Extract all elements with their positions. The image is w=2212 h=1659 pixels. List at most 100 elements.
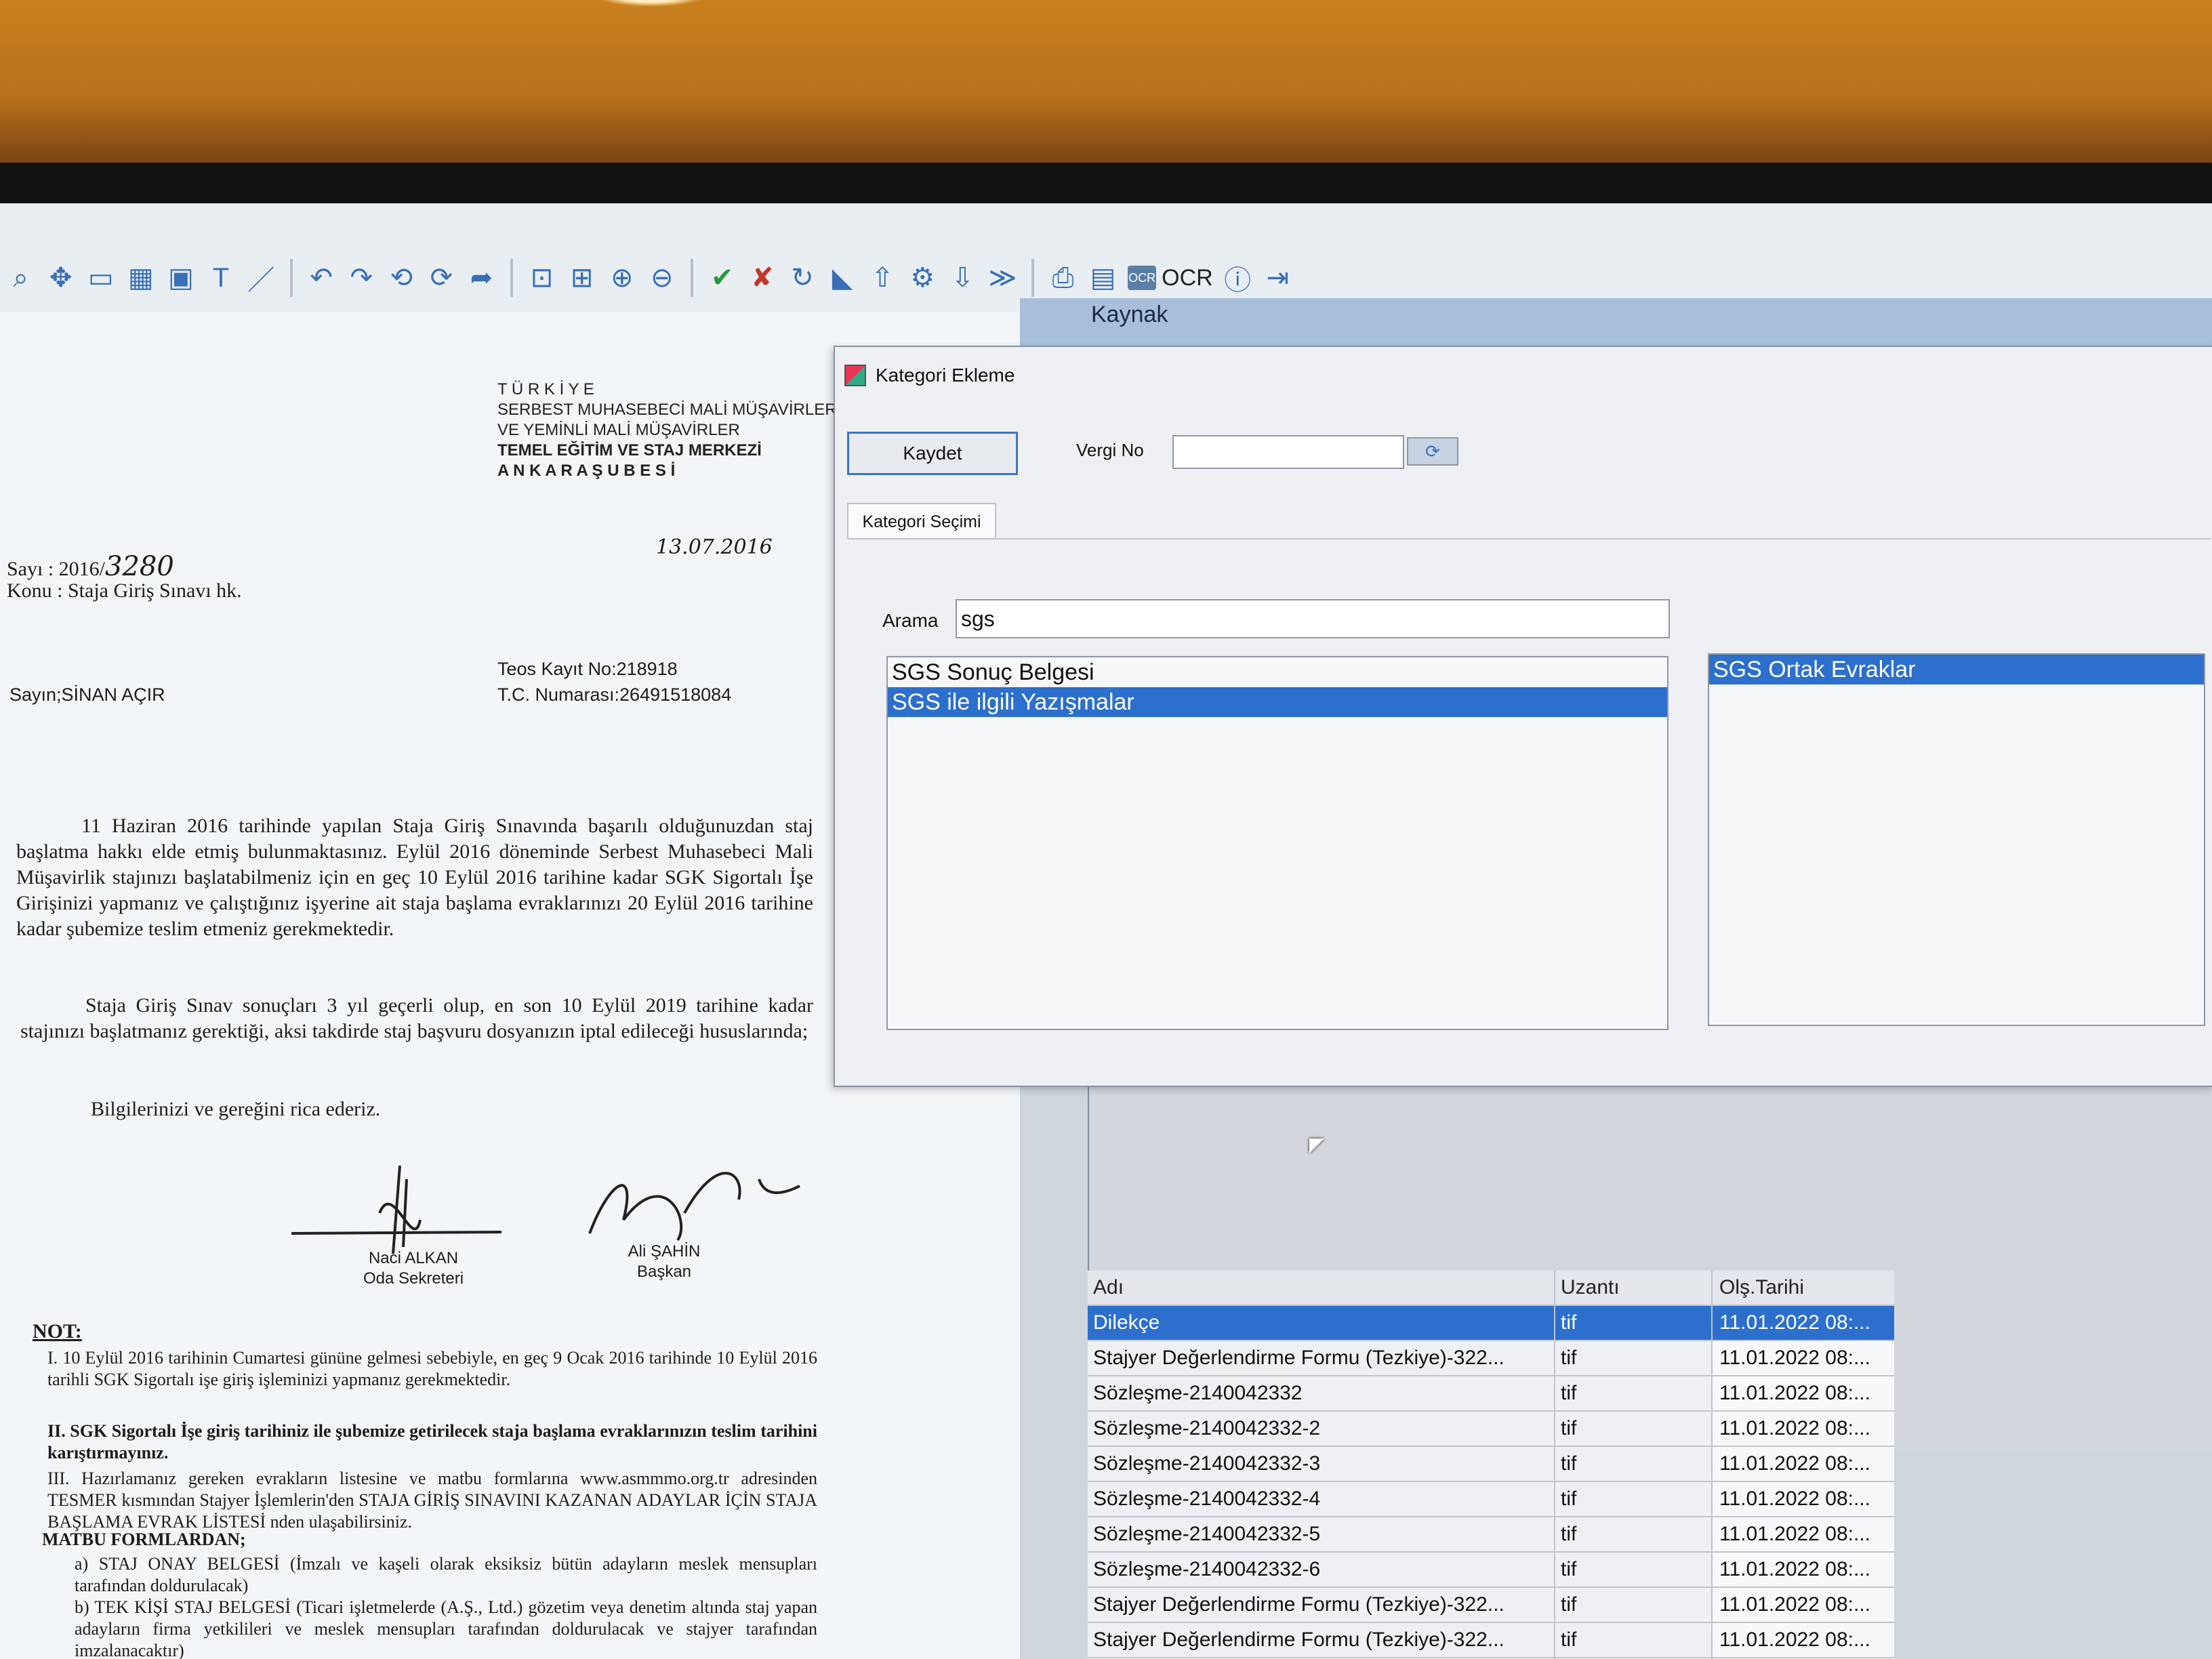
rotate-left-icon[interactable]: ⟲ [386, 262, 417, 293]
check-icon[interactable]: ✔ [707, 262, 737, 293]
table-row[interactable]: Stajyer Değerlendirme Formu (Tezkiye)-32… [1088, 1588, 1894, 1623]
file-table: Adı Uzantı Olş.Tarihi Dilekçe tif 11.01.2022 … [1088, 1271, 1894, 1659]
category-list[interactable]: SGS Sonuç Belgesi SGS ile ilgili Yazışmal… [886, 656, 1668, 1030]
down-arrow-icon[interactable]: ⇩ [947, 262, 978, 293]
column-header[interactable]: Olş.Tarihi [1713, 1271, 1894, 1305]
table-cell-ext: tif [1555, 1447, 1713, 1481]
table-row[interactable]: Sözleşme-2140042332-5 tif 11.01.2022 08:..… [1088, 1517, 1894, 1553]
paragraph-3: Bilgilerinizi ve gereğini rica ederiz. [91, 1098, 381, 1120]
search-input[interactable]: sgs [956, 599, 1670, 638]
list-item[interactable]: SGS Ortak Evraklar [1709, 655, 2204, 684]
vergi-no-label: Vergi No [1076, 440, 1144, 460]
crop-icon[interactable]: ▦ [125, 262, 156, 293]
next-icon[interactable]: ≫ [987, 262, 1018, 293]
table-cell-name: Sözleşme-2140042332-5 [1088, 1517, 1555, 1551]
move-icon[interactable]: ✥ [45, 262, 76, 293]
dialog-app-icon [844, 365, 866, 386]
redo-icon[interactable]: ↷ [346, 262, 377, 293]
table-row[interactable]: Sözleşme-2140042332-3 tif 11.01.2022 08:..… [1088, 1447, 1894, 1482]
konu-line: Konu : Staja Giriş Sınavı hk. [7, 579, 242, 602]
sayi-number-handwritten: 3280 [105, 551, 174, 582]
table-row[interactable]: Dilekçe tif 11.01.2022 08:... [1088, 1306, 1894, 1341]
table-cell-name: Sözleşme-2140042332-3 [1088, 1447, 1555, 1481]
table-row[interactable]: Sözleşme-2140042332-2 tif 11.01.2022 08:..… [1088, 1412, 1894, 1447]
save-button[interactable]: Kaydet [847, 432, 1018, 475]
kategori-ekleme-dialog: Kategori Ekleme Kaydet Vergi No ⟳ Katego… [834, 346, 2212, 1087]
ocr-button[interactable]: OCR OCR [1128, 265, 1213, 291]
table-cell-name: Dilekçe [1088, 1306, 1555, 1340]
select-icon[interactable]: ▭ [85, 262, 116, 293]
search-label: Arama [882, 610, 939, 631]
flag-icon[interactable]: ◣ [827, 262, 858, 293]
note-b: b) TEK KİŞİ STAJ BELGESİ (Ticari işletme… [75, 1597, 817, 1659]
undo-icon[interactable]: ↶ [306, 262, 337, 293]
zoom-out-icon[interactable]: ⊖ [647, 262, 677, 293]
table-cell-date: 11.01.2022 08:... [1713, 1376, 1894, 1410]
signer-2-name: Ali ŞAHİN [628, 1242, 701, 1261]
text-icon[interactable]: T [205, 262, 236, 293]
fit-page-icon[interactable]: ⊡ [527, 262, 557, 293]
matbu-heading: MATBU FORMLARDAN; [42, 1530, 246, 1549]
dialog-titlebar[interactable]: Kategori Ekleme [844, 356, 1015, 394]
letterhead-line: VE YEMİNLİ MALİ MÜŞAVİRLER [497, 421, 740, 439]
gear-icon[interactable]: ⚙ [907, 262, 938, 293]
column-header[interactable]: Uzantı [1555, 1271, 1713, 1305]
recipient: Sayın;SİNAN AÇIR [9, 684, 165, 705]
refresh-icon[interactable]: ↻ [787, 262, 817, 293]
table-header: Adı Uzantı Olş.Tarihi [1088, 1271, 1894, 1306]
table-cell-date: 11.01.2022 08:... [1713, 1588, 1894, 1622]
list-item[interactable]: SGS ile ilgili Yazışmalar [888, 687, 1667, 717]
table-cell-date: 11.01.2022 08:... [1713, 1412, 1894, 1446]
vergi-search-button[interactable]: ⟳ [1407, 437, 1458, 466]
forward-icon[interactable]: ➦ [466, 262, 497, 293]
refresh-icon: ⟳ [1425, 441, 1440, 462]
highlight-icon[interactable]: ▣ [165, 262, 196, 293]
source-panel-title: Kaynak [1091, 302, 1168, 327]
mouse-cursor [1309, 1139, 1324, 1153]
table-cell-date: 11.01.2022 08:... [1713, 1553, 1894, 1586]
cross-icon[interactable]: ✘ [747, 262, 777, 293]
wall-background [0, 0, 2212, 163]
scanner-icon[interactable]: ▤ [1088, 262, 1118, 293]
date-handwritten: 13.07.2016 [656, 535, 773, 559]
table-row[interactable]: Sözleşme-2140042332 tif 11.01.2022 08:... [1088, 1376, 1894, 1412]
table-cell-date: 11.01.2022 08:... [1713, 1623, 1894, 1657]
table-row[interactable]: Sözleşme-2140042332-6 tif 11.01.2022 08:..… [1088, 1553, 1894, 1588]
zoom-in-icon[interactable]: ⊕ [607, 262, 637, 293]
rotate-right-icon[interactable]: ⟳ [426, 262, 457, 293]
list-item[interactable]: SGS Sonuç Belgesi [888, 657, 1667, 687]
table-cell-ext: tif [1555, 1517, 1713, 1551]
table-cell-date: 11.01.2022 08:... [1713, 1306, 1894, 1340]
signer-1-name: Naci ALKAN [368, 1249, 459, 1267]
exit-icon[interactable]: ⇥ [1263, 262, 1293, 293]
column-header[interactable]: Adı [1088, 1271, 1555, 1305]
sayi-label: Sayı : 2016/ [7, 558, 106, 580]
ceiling-light [596, 0, 705, 7]
tab-kategori-secimi[interactable]: Kategori Seçimi [847, 503, 996, 539]
table-cell-date: 11.01.2022 08:... [1713, 1341, 1894, 1375]
print-icon[interactable]: ⎙ [1048, 262, 1078, 293]
note-heading: NOT: [33, 1320, 82, 1343]
letterhead: T Ü R K İ Y E SERBEST MUHASEBECİ MALİ MÜŞ… [497, 380, 837, 481]
table-cell-name: Sözleşme-2140042332-6 [1088, 1553, 1555, 1586]
zoom-icon[interactable]: ⌕ [5, 262, 36, 293]
selected-category-list[interactable]: SGS Ortak Evraklar [1708, 653, 2205, 1026]
fit-width-icon[interactable]: ⊞ [567, 262, 597, 293]
table-row[interactable]: Sözleşme-2140042332-4 tif 11.01.2022 08:..… [1088, 1482, 1894, 1517]
table-cell-ext: tif [1555, 1588, 1713, 1622]
table-row[interactable]: Stajyer Değerlendirme Formu (Tezkiye)-32… [1088, 1623, 1894, 1658]
note-1: I. 10 Eylül 2016 tarihinin Cumartesi gün… [47, 1348, 817, 1389]
vergi-no-input[interactable] [1172, 435, 1404, 469]
table-cell-date: 11.01.2022 08:... [1713, 1517, 1894, 1551]
pen-icon[interactable]: ／ [246, 262, 276, 295]
table-cell-ext: tif [1555, 1553, 1713, 1586]
signature-1-caption: Naci ALKAN Oda Sekreteri [352, 1248, 474, 1289]
table-cell-date: 11.01.2022 08:... [1713, 1447, 1894, 1481]
table-cell-ext: tif [1555, 1482, 1713, 1516]
info-icon[interactable]: ⓘ [1223, 262, 1253, 295]
table-row[interactable]: Stajyer Değerlendirme Formu (Tezkiye)-32… [1088, 1341, 1894, 1376]
up-arrow-icon[interactable]: ⇧ [867, 262, 898, 293]
table-cell-ext: tif [1555, 1623, 1713, 1657]
paragraph-2: Staja Giriş Sınav sonuçları 3 yıl geçerl… [20, 994, 813, 1042]
table-cell-name: Stajyer Değerlendirme Formu (Tezkiye)-32… [1088, 1341, 1555, 1375]
